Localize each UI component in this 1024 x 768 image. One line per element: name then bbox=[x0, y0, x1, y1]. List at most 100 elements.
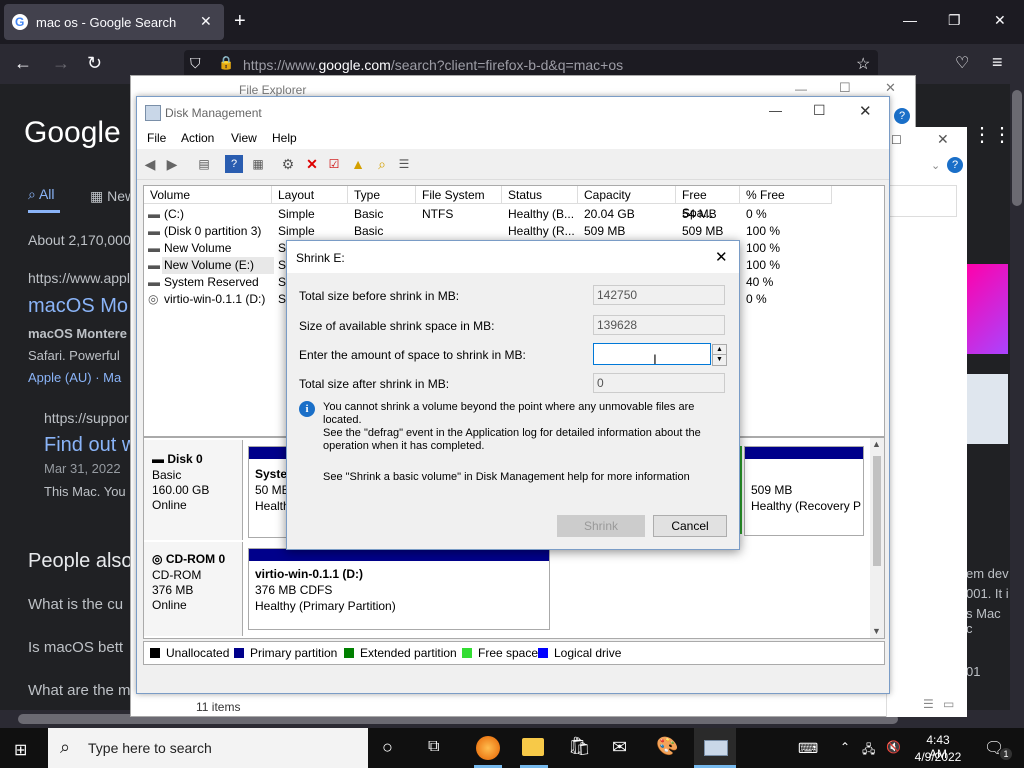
cdrom0-label[interactable]: ◎ CD-ROM 0 CD-ROM 376 MB Online bbox=[144, 542, 243, 636]
table-row[interactable]: ▬ (C:) Simple Basic NTFS Healthy (B... 2… bbox=[144, 206, 882, 223]
shield-icon[interactable]: ⛉ bbox=[190, 55, 201, 72]
column-header-type[interactable]: Type bbox=[348, 186, 416, 204]
details-icon[interactable]: ☰ bbox=[395, 155, 413, 173]
bookmark-star-icon[interactable]: ☆ bbox=[856, 54, 870, 74]
dm-title-bar[interactable]: Disk Management — ☐ ✕ bbox=[137, 97, 889, 127]
browser-tab[interactable]: G mac os - Google Search ✕ bbox=[4, 4, 224, 40]
firefox-icon[interactable] bbox=[476, 736, 500, 760]
scrollbar-thumb[interactable] bbox=[873, 456, 881, 566]
details-view-icon[interactable]: ☰ bbox=[923, 697, 934, 711]
column-header-file-system[interactable]: File System bbox=[416, 186, 502, 204]
column-header-status[interactable]: Status bbox=[502, 186, 578, 204]
menu-view[interactable]: View bbox=[231, 131, 257, 145]
column-header-capacity[interactable]: Capacity bbox=[578, 186, 676, 204]
back-icon[interactable]: ← bbox=[14, 53, 32, 74]
column-header-free-space[interactable]: Free Spa... bbox=[676, 186, 740, 220]
forward-icon[interactable]: → bbox=[52, 53, 70, 74]
search-folder-icon[interactable]: ⌕ bbox=[373, 155, 391, 173]
help-icon[interactable]: ? bbox=[947, 157, 963, 173]
keyboard-icon[interactable]: ⌨ bbox=[798, 740, 818, 757]
scroll-up-icon[interactable]: ▲ bbox=[872, 439, 881, 449]
dm-close-icon[interactable]: ✕ bbox=[859, 102, 872, 120]
chevron-down-icon[interactable]: ⌄ bbox=[931, 159, 940, 172]
column-header-percent-free[interactable]: % Free bbox=[740, 186, 832, 204]
url-text[interactable]: https://www.google.com/search?client=fir… bbox=[243, 57, 623, 73]
dialog-title-bar[interactable]: Shrink E: ✕ bbox=[287, 241, 739, 273]
google-logo[interactable]: Google bbox=[24, 116, 121, 150]
image-thumbnail[interactable] bbox=[966, 264, 1008, 354]
chevron-up-icon[interactable]: ⌃ bbox=[840, 740, 850, 754]
paa-question[interactable]: Is macOS bett bbox=[28, 639, 123, 656]
menu-help[interactable]: Help bbox=[272, 131, 297, 145]
task-view-icon[interactable]: ⧉ bbox=[428, 738, 439, 756]
mail-icon[interactable]: ✉ bbox=[612, 737, 627, 758]
explorer-minimize-icon[interactable]: — bbox=[795, 82, 807, 96]
result-title[interactable]: Find out w bbox=[44, 434, 136, 457]
connect-icon[interactable]: ⚙ bbox=[279, 155, 297, 173]
apps-grid-icon[interactable]: ⋮⋮ bbox=[972, 122, 1012, 147]
dm-maximize-icon[interactable]: ☐ bbox=[813, 102, 826, 119]
dm-minimize-icon[interactable]: — bbox=[769, 103, 782, 118]
tab-close-icon[interactable]: ✕ bbox=[200, 13, 212, 30]
maximize-icon[interactable]: ☐ bbox=[891, 133, 902, 147]
clock-date[interactable]: 4/9/2022 bbox=[914, 750, 962, 764]
page-scrollbar[interactable] bbox=[1010, 84, 1024, 710]
column-header-layout[interactable]: Layout bbox=[272, 186, 348, 204]
scroll-down-icon[interactable]: ▼ bbox=[872, 626, 881, 636]
pocket-icon[interactable]: ♡ bbox=[955, 53, 969, 73]
large-icons-view-icon[interactable]: ▭ bbox=[943, 697, 954, 711]
spin-down-button[interactable]: ▼ bbox=[712, 354, 727, 366]
shrink-button[interactable]: Shrink bbox=[557, 515, 645, 537]
new-tab-icon[interactable]: + bbox=[234, 10, 246, 33]
delete-icon[interactable]: ✕ bbox=[303, 155, 321, 173]
side-snippet: s Mac c bbox=[966, 606, 1001, 636]
back-icon[interactable]: ◀ bbox=[141, 155, 159, 173]
partition-cdrom[interactable]: virtio-win-0.1.1 (D:) 376 MB CDFS Health… bbox=[248, 548, 550, 630]
result-sublink[interactable]: Apple (AU) · Ma bbox=[28, 370, 121, 385]
scrollbar-thumb[interactable] bbox=[1012, 90, 1022, 206]
help-link-text[interactable]: See "Shrink a basic volume" in Disk Mana… bbox=[323, 471, 690, 483]
window-close-icon[interactable]: ✕ bbox=[994, 12, 1006, 29]
paa-question[interactable]: What is the cu bbox=[28, 596, 123, 613]
shrink-amount-input[interactable] bbox=[593, 343, 711, 365]
disk0-label[interactable]: ▬ Disk 0 Basic 160.00 GB Online bbox=[144, 440, 243, 540]
restore-icon[interactable]: ❐ bbox=[948, 12, 961, 29]
console-tree-icon[interactable]: ▤ bbox=[195, 155, 213, 173]
checklist-icon[interactable]: ☑ bbox=[325, 155, 343, 173]
result-title[interactable]: macOS Mo bbox=[28, 295, 128, 318]
menu-icon[interactable]: ≡ bbox=[992, 52, 1003, 73]
taskbar-search[interactable]: ⌕ Type here to search bbox=[48, 728, 368, 768]
help-icon[interactable]: ? bbox=[225, 155, 243, 173]
shrink-dialog[interactable]: Shrink E: ✕ Total size before shrink in … bbox=[286, 240, 740, 550]
volume-muted-icon[interactable]: 🔇 bbox=[886, 740, 901, 754]
forward-icon[interactable]: ▶ bbox=[163, 155, 181, 173]
disk-area-scrollbar[interactable]: ▲ ▼ bbox=[870, 438, 884, 638]
paint-icon[interactable]: 🎨 bbox=[656, 736, 678, 757]
folder-up-icon[interactable]: ▲ bbox=[349, 155, 367, 173]
search-box[interactable] bbox=[887, 185, 957, 217]
lock-icon[interactable]: 🔒 bbox=[218, 55, 234, 71]
tab-all[interactable]: ⌕ All bbox=[28, 186, 55, 203]
network-icon[interactable]: 🖧 bbox=[862, 740, 875, 761]
table-row[interactable]: ▬ (Disk 0 partition 3) Simple Basic Heal… bbox=[144, 223, 882, 240]
cancel-button[interactable]: Cancel bbox=[653, 515, 727, 537]
partition-bar bbox=[249, 549, 549, 561]
help-icon[interactable]: ? bbox=[894, 108, 910, 124]
explorer-close-icon[interactable]: ✕ bbox=[885, 80, 896, 96]
column-header-volume[interactable]: Volume bbox=[144, 186, 272, 204]
properties-icon[interactable]: ▦ bbox=[249, 155, 267, 173]
dialog-close-icon[interactable]: ✕ bbox=[715, 248, 728, 266]
reload-icon[interactable]: ↻ bbox=[87, 53, 102, 74]
file-explorer-icon[interactable] bbox=[522, 738, 544, 756]
explorer-maximize-icon[interactable]: ☐ bbox=[839, 80, 851, 96]
partition-recovery[interactable]: 509 MB Healthy (Recovery P bbox=[744, 446, 864, 536]
minimize-icon[interactable]: — bbox=[903, 12, 917, 28]
windows-start-icon[interactable]: ⊞ bbox=[14, 740, 27, 760]
menu-file[interactable]: File bbox=[147, 131, 166, 145]
image-thumbnail[interactable] bbox=[966, 374, 1008, 444]
menu-action[interactable]: Action bbox=[181, 131, 214, 145]
close-icon[interactable]: ✕ bbox=[937, 131, 949, 148]
cortana-icon[interactable]: ○ bbox=[382, 737, 393, 758]
store-icon[interactable]: 🛍 bbox=[568, 736, 591, 757]
disk-management-taskbar-button[interactable] bbox=[694, 728, 736, 768]
